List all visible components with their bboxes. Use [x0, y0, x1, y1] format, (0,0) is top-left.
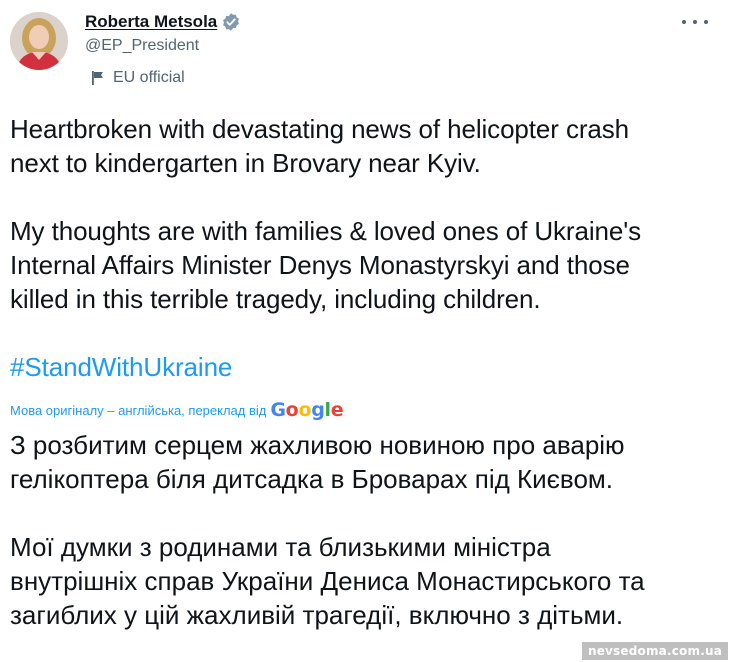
name-row: Roberta Metsola: [85, 10, 241, 34]
affiliation-text: EU official: [113, 69, 185, 86]
translated-body: З розбитим серцем жахливою новиною про а…: [10, 428, 725, 632]
verified-badge-icon: [221, 12, 241, 32]
affiliation-label: EU official: [91, 68, 241, 88]
more-dot: [682, 20, 686, 24]
more-dot: [693, 20, 697, 24]
hashtag-link[interactable]: #StandWithUkraine: [10, 350, 725, 384]
translation-note-text: Мова оригіналу – англійська, переклад ві…: [10, 402, 267, 418]
more-options-icon[interactable]: [682, 12, 708, 32]
user-handle[interactable]: @EP_President: [85, 37, 241, 59]
tweet-body: Heartbroken with devastating news of hel…: [10, 112, 725, 384]
tweet-paragraph-2: My thoughts are with families & loved on…: [10, 216, 641, 314]
avatar[interactable]: [10, 12, 68, 70]
display-name[interactable]: Roberta Metsola: [85, 12, 217, 32]
avatar-image: [10, 12, 68, 70]
more-dot: [704, 20, 708, 24]
tweet-card: Roberta Metsola @EP_President EU officia…: [0, 0, 730, 662]
translation-attribution[interactable]: Мова оригіналу – англійська, переклад ві…: [10, 398, 344, 422]
author-info: Roberta Metsola @EP_President EU officia…: [85, 10, 241, 88]
google-logo: Google: [270, 399, 344, 421]
translated-paragraph-2: Мої думки з родинами та близькими мініст…: [10, 532, 645, 630]
translated-paragraph-1: З розбитим серцем жахливою новиною про а…: [10, 430, 625, 494]
tweet-paragraph-1: Heartbroken with devastating news of hel…: [10, 114, 630, 178]
flag-icon: [91, 70, 105, 86]
watermark: nevsedoma.com.ua: [581, 642, 728, 660]
